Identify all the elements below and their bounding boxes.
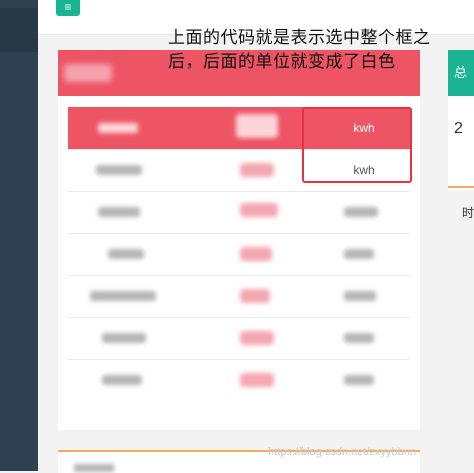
right-card-value: 2 [454,120,463,137]
right-card-label: 时 [462,206,474,220]
sidebar-nav-block[interactable] [0,8,38,52]
row-label-blurred [98,207,140,217]
menu-toggle-button[interactable]: ≡ [56,0,80,16]
watermark: https://blog.csdn.net/zxyybbnn [268,446,416,458]
panel-title-blurred [64,64,112,82]
right-summary-card: 总 2 [448,50,474,190]
hamburger-icon: ≡ [64,0,72,14]
row-label-blurred [102,375,142,385]
row-label-blurred [108,249,144,259]
table-row[interactable] [68,359,410,401]
annotation-text: 上面的代码就是表示选中整个框之 后，后面的单位就变成了白色 [168,26,468,74]
unit-blurred [344,291,376,301]
annotation-line-2: 后，后面的单位就变成了白色 [168,52,396,71]
table-row[interactable] [68,191,410,234]
row-value-blurred [240,163,274,177]
table-row[interactable] [68,317,410,360]
table-row[interactable] [68,275,410,318]
row-label-blurred [102,333,146,343]
selection-highlight-box [302,107,412,183]
sidebar [0,0,38,471]
row-label-blurred [98,123,138,133]
row-value-blurred [240,331,274,345]
row-value-blurred [240,289,270,303]
row-value-blurred [236,114,278,138]
right-card-header: 总 [448,50,474,96]
unit-blurred [344,333,374,343]
row-label-blurred [90,291,156,301]
row-value-blurred [240,373,274,387]
unit-blurred [344,375,374,385]
row-value-blurred [240,247,272,261]
row-value-blurred [240,203,278,217]
right-card-divider [448,186,474,188]
table-row[interactable] [68,233,410,276]
unit-blurred [344,249,374,259]
row-label-blurred [96,165,142,175]
annotation-line-1: 上面的代码就是表示选中整个框之 [168,28,431,47]
unit-blurred [344,207,378,217]
